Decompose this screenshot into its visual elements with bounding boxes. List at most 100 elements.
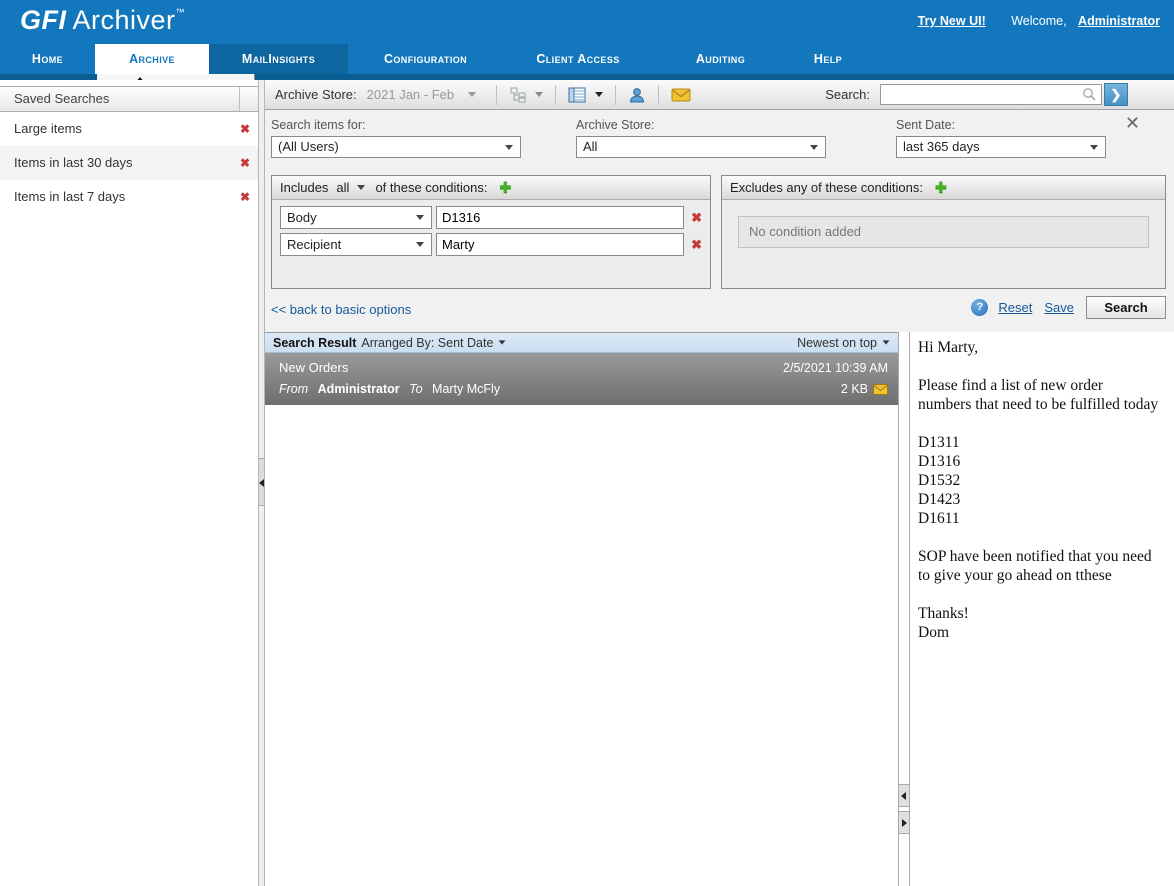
result-subject: New Orders [279, 360, 348, 375]
excludes-conditions-box: Excludes any of these conditions: ✚ No c… [721, 175, 1166, 289]
close-advanced-search-icon[interactable]: ✕ [1125, 114, 1140, 132]
advanced-search-panel: Search items for: (All Users) Archive St… [265, 110, 1174, 332]
chevron-down-icon [416, 242, 424, 247]
saved-search-item[interactable]: Large items ✖ [0, 112, 258, 146]
condition-field-select[interactable]: Recipient [280, 233, 432, 256]
search-items-for-select[interactable]: (All Users) [271, 136, 521, 158]
saved-search-item[interactable]: Items in last 7 days ✖ [0, 180, 258, 214]
delete-saved-search-icon[interactable]: ✖ [240, 180, 250, 214]
results-header: Search Result Arranged By: Sent Date New… [265, 332, 898, 353]
archive-store-toolbar-value: 2021 Jan - Feb [367, 87, 454, 102]
save-link[interactable]: Save [1044, 300, 1074, 315]
nav-tab-auditing[interactable]: Auditing [653, 44, 788, 74]
help-icon[interactable]: ? [971, 299, 988, 316]
saved-searches-sidebar: Saved Searches Large items ✖ Items in la… [0, 80, 258, 886]
result-to: Marty McFly [432, 382, 500, 396]
delete-saved-search-icon[interactable]: ✖ [240, 112, 250, 146]
app-header: GFIArchiver™ Try New UI! Welcome, Admini… [0, 0, 1174, 44]
logo-product: Archiver [73, 5, 176, 35]
archive-store-toolbar-select[interactable]: 2021 Jan - Feb [367, 87, 476, 102]
mail-icon [671, 87, 691, 103]
add-exclude-condition-icon[interactable]: ✚ [935, 179, 947, 196]
welcome-text: Welcome, [1011, 14, 1066, 28]
toolbar-search-label: Search: [825, 87, 870, 102]
user-view-button[interactable] [624, 84, 650, 106]
mail-view-button[interactable] [667, 85, 695, 105]
email-body-text: Hi Marty, Please find a list of new orde… [910, 332, 1174, 648]
includes-suffix: of these conditions: [375, 180, 487, 195]
includes-body: Body ✖ Recipient ✖ [272, 200, 710, 266]
condition-value-input[interactable] [436, 233, 684, 256]
results-title: Search Result [273, 336, 356, 350]
column-layout-icon [568, 86, 587, 104]
gfi-archiver-window: GFIArchiver™ Try New UI! Welcome, Admini… [0, 0, 1174, 886]
includes-mode-select[interactable]: all [336, 180, 349, 195]
remove-condition-icon[interactable]: ✖ [691, 237, 702, 253]
sent-date-select[interactable]: last 365 days [896, 136, 1106, 158]
header-user-area: Try New UI! Welcome, Administrator [918, 14, 1160, 28]
saved-search-label: Large items [14, 121, 82, 136]
nav-tab-configuration[interactable]: Configuration [348, 44, 503, 74]
search-go-button[interactable]: ❯ [1104, 83, 1128, 106]
mail-icon [873, 384, 888, 395]
reset-link[interactable]: Reset [998, 300, 1032, 315]
condition-field-select[interactable]: Body [280, 206, 432, 229]
sidebar-splitter[interactable] [258, 80, 265, 886]
result-size: 2 KB [841, 382, 868, 396]
includes-conditions-box: Includes all of these conditions: ✚ Body… [271, 175, 711, 289]
condition-value-input[interactable] [436, 206, 684, 229]
result-item[interactable]: New Orders 2/5/2021 10:39 AM From Admini… [265, 353, 898, 405]
sort-order-control[interactable]: Newest on top [797, 336, 890, 350]
header-divider [239, 87, 240, 111]
sent-date-value: last 365 days [903, 139, 980, 154]
nav-tab-client-access[interactable]: Client Access [503, 44, 653, 74]
add-include-condition-icon[interactable]: ✚ [499, 179, 511, 196]
chevron-down-icon [505, 145, 513, 150]
nav-tab-archive[interactable]: Archive [95, 44, 209, 74]
delete-saved-search-icon[interactable]: ✖ [240, 146, 250, 180]
nav-tab-help[interactable]: Help [788, 44, 868, 74]
remove-condition-icon[interactable]: ✖ [691, 210, 702, 226]
main-nav: Home Archive MailInsights Configuration … [0, 44, 1174, 74]
excludes-title: Excludes any of these conditions: [730, 180, 923, 195]
arranged-by-control[interactable]: Search Result Arranged By: Sent Date [273, 336, 506, 350]
toolbar-divider [496, 85, 497, 105]
search-button[interactable]: Search [1086, 296, 1166, 319]
try-new-ui-link[interactable]: Try New UI! [918, 14, 986, 28]
splitter-collapse-right-handle[interactable] [899, 811, 909, 834]
excludes-body: No condition added [722, 200, 1165, 264]
saved-search-label: Items in last 30 days [14, 155, 133, 170]
archive-store-value: All [583, 139, 597, 154]
sent-date-label: Sent Date: [896, 118, 1106, 132]
logo-gfi: GFI [20, 5, 67, 35]
search-actions: ? Reset Save Search [971, 296, 1166, 319]
gfi-archiver-logo: GFIArchiver™ [20, 5, 185, 36]
excludes-header: Excludes any of these conditions: ✚ [722, 176, 1165, 200]
hierarchy-view-icon [509, 86, 527, 104]
sidebar-collapse-handle[interactable] [259, 458, 264, 506]
archive-store-select[interactable]: All [576, 136, 826, 158]
splitter-collapse-left-handle[interactable] [899, 784, 909, 807]
user-menu-link[interactable]: Administrator [1078, 14, 1160, 28]
search-results-pane: Search Result Arranged By: Sent Date New… [265, 332, 898, 886]
nav-tab-home[interactable]: Home [0, 44, 95, 74]
back-to-basic-options-link[interactable]: << back to basic options [271, 302, 411, 317]
nav-tab-mailinsights[interactable]: MailInsights [209, 44, 348, 74]
column-layout-button[interactable] [564, 84, 607, 106]
search-items-for-group: Search items for: (All Users) [271, 118, 521, 158]
collapse-right-icon [902, 819, 907, 827]
chevron-down-icon[interactable] [357, 185, 365, 190]
chevron-down-icon [810, 145, 818, 150]
saved-search-item[interactable]: Items in last 30 days ✖ [0, 146, 258, 180]
magnifier-icon [1082, 87, 1097, 102]
toolbar-divider [658, 85, 659, 105]
sent-date-group: Sent Date: last 365 days [896, 118, 1106, 158]
main-content: Archive Store: 2021 Jan - Feb [265, 80, 1174, 886]
toolbar-search-input[interactable] [880, 84, 1102, 105]
chevron-down-icon [595, 92, 603, 97]
result-line-1: New Orders 2/5/2021 10:39 AM [279, 360, 888, 375]
hierarchy-view-button[interactable] [505, 84, 547, 106]
chevron-down-icon [1090, 145, 1098, 150]
preview-splitter[interactable] [898, 332, 910, 886]
includes-prefix: Includes [280, 180, 328, 195]
